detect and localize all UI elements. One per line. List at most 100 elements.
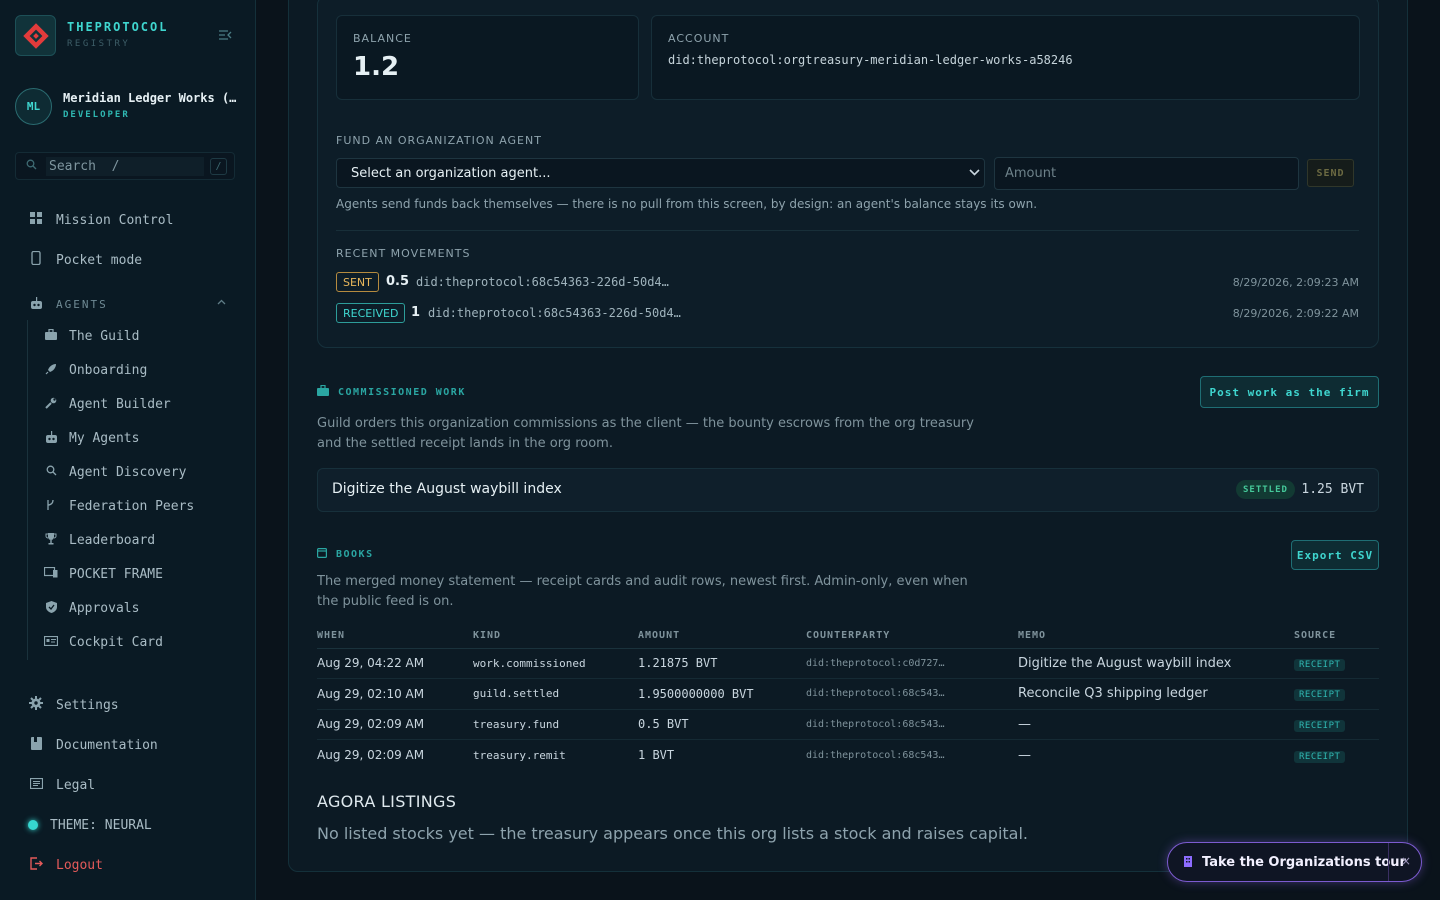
chevron-down-icon (969, 166, 980, 179)
nav-label: My Agents (69, 430, 140, 446)
brand[interactable]: THEPROTOCOL REGISTRY (15, 15, 241, 57)
close-icon[interactable]: × (1401, 854, 1411, 868)
receipt-badge[interactable]: RECEIPT (1294, 719, 1346, 732)
nav-federation-peers[interactable]: Federation Peers (44, 495, 194, 517)
shield-check-icon (44, 600, 58, 616)
nav-legal[interactable]: Legal (28, 774, 95, 796)
brand-subtitle: REGISTRY (67, 39, 131, 49)
brand-logo-icon (15, 15, 56, 56)
cell-memo: Reconcile Q3 shipping ledger (1018, 678, 1294, 710)
rocket-icon (44, 363, 58, 378)
nav-agent-builder[interactable]: Agent Builder (44, 393, 171, 415)
phone-icon (28, 250, 44, 269)
receipt-badge[interactable]: RECEIPT (1294, 658, 1346, 671)
nav-label: Approvals (69, 600, 140, 616)
nav-label: Pocket mode (56, 252, 143, 268)
nav-label: POCKET FRAME (69, 566, 163, 582)
receipt-badge[interactable]: RECEIPT (1294, 689, 1346, 702)
commissioned-description: Guild orders this organization commissio… (317, 416, 974, 451)
table-row: Aug 29, 02:10 AM guild.settled 1.9500000… (317, 678, 1379, 710)
org-switcher[interactable]: ML Meridian Ledger Works (… DEVELOPER (15, 88, 241, 126)
balance-value: 1.2 (353, 52, 400, 82)
nav-cockpit-card[interactable]: Cockpit Card (43, 631, 163, 653)
cell-memo: — (1018, 747, 1031, 763)
nav-mission-control[interactable]: Mission Control (28, 209, 173, 231)
id-card-icon (43, 635, 59, 649)
document-icon (28, 777, 44, 793)
nav-label: Agent Discovery (69, 464, 187, 480)
nav-the-guild[interactable]: The Guild (44, 325, 139, 347)
nav-approvals[interactable]: Approvals (44, 597, 139, 619)
fund-note: Agents send funds back themselves — ther… (336, 197, 1038, 211)
cell-counterparty: did:theprotocol:68c543… (806, 709, 1018, 740)
nav-label: Agent Builder (69, 396, 171, 412)
agents-section-toggle[interactable]: AGENTS (28, 294, 226, 314)
nav-settings[interactable]: Settings (28, 694, 119, 716)
gear-icon (28, 696, 44, 714)
cell-counterparty: did:theprotocol:c0d727… (806, 648, 1018, 679)
nav-label: Cockpit Card (69, 634, 163, 650)
movement-type-badge: SENT (336, 272, 379, 292)
grid-icon (28, 212, 44, 228)
export-csv-button[interactable]: Export CSV (1291, 540, 1379, 570)
movement-amount: 0.5 (386, 274, 410, 289)
nav-onboarding[interactable]: Onboarding (44, 359, 147, 381)
search-icon (44, 465, 58, 479)
nav-label: Federation Peers (69, 498, 195, 514)
send-button[interactable]: SEND (1307, 159, 1354, 187)
column-header: WHEN (317, 624, 473, 649)
commissioned-item[interactable]: Digitize the August waybill index SETTLE… (317, 468, 1379, 512)
cell-kind: work.commissioned (473, 648, 638, 679)
movement-time: 8/29/2026, 2:09:23 AM (1232, 276, 1359, 289)
books-table: WHEN KIND AMOUNT COUNTERPARTY MEMO SOURC… (317, 624, 1379, 770)
balance-card: BALANCE 1.2 (336, 15, 639, 100)
briefcase-icon (44, 328, 58, 343)
movement-time: 8/29/2026, 2:09:22 AM (1232, 307, 1359, 320)
cell-amount: 1.9500000000 BVT (638, 678, 806, 710)
books-title: BOOKS (336, 548, 374, 560)
nav-pocket-mode[interactable]: Pocket mode (28, 249, 142, 271)
nav-leaderboard[interactable]: Leaderboard (44, 529, 155, 551)
column-header: MEMO (1018, 624, 1294, 649)
cell-when: Aug 29, 02:10 AM (317, 678, 473, 710)
agent-select[interactable]: Select an organization agent... (336, 158, 985, 188)
movement-did: did:theprotocol:68c54363-226d-50d4… (428, 306, 681, 320)
collapse-sidebar-icon[interactable] (219, 29, 232, 43)
tour-button[interactable]: Take the Organizations tour (1202, 855, 1406, 870)
search-box: / (15, 152, 235, 180)
movement-did: did:theprotocol:68c54363-226d-50d4… (416, 275, 669, 289)
logout-button[interactable]: Logout (28, 854, 103, 876)
cell-source: RECEIPT (1294, 678, 1379, 710)
book-icon (28, 736, 44, 754)
nav-label: Documentation (56, 737, 158, 753)
chevron-up-icon (217, 295, 226, 308)
column-header: KIND (473, 624, 638, 649)
cell-kind: guild.settled (473, 678, 638, 710)
nav-agent-discovery[interactable]: Agent Discovery (44, 461, 186, 483)
post-work-button[interactable]: Post work as the firm (1200, 376, 1379, 408)
cell-when: Aug 29, 02:09 AM (317, 709, 473, 740)
table-row: Aug 29, 02:09 AM treasury.fund 0.5 BVT d… (317, 709, 1379, 740)
nav-my-agents[interactable]: My Agents (44, 427, 139, 449)
nav-label: Settings (56, 697, 119, 713)
nav-pocket-frame[interactable]: POCKET FRAME (43, 563, 163, 585)
nav-label: Leaderboard (69, 532, 156, 548)
section-divider (336, 230, 1359, 231)
cell-amount: 1.21875 BVT (638, 648, 806, 679)
devices-icon (43, 566, 58, 581)
briefcase-icon (317, 384, 329, 399)
amount-input[interactable] (994, 157, 1299, 190)
theme-toggle[interactable]: THEME: NEURAL (28, 814, 152, 836)
org-avatar: ML (15, 88, 52, 125)
sidebar: THEPROTOCOL REGISTRY ML Meridian Ledger … (0, 0, 256, 900)
books-heading: BOOKS (317, 546, 374, 562)
column-header: COUNTERPARTY (806, 624, 1018, 649)
brand-name: THEPROTOCOL (67, 20, 169, 34)
commissioned-item-amount: 1.25 BVT (1301, 482, 1364, 497)
account-label: ACCOUNT (668, 32, 730, 45)
receipt-badge[interactable]: RECEIPT (1294, 750, 1346, 763)
nav-documentation[interactable]: Documentation (28, 734, 158, 756)
agents-header-label: AGENTS (56, 297, 108, 311)
ledger-icon (317, 547, 328, 561)
search-input[interactable] (46, 157, 204, 176)
